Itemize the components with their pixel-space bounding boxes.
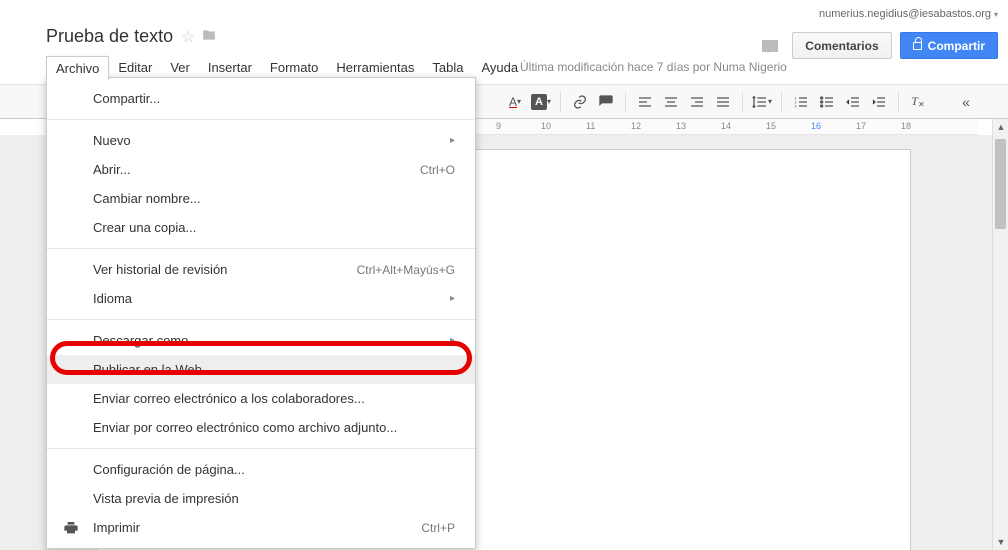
ruler-tick: 10 bbox=[541, 121, 551, 131]
indent-button[interactable] bbox=[867, 90, 891, 114]
menu-new[interactable]: Nuevo ▸ bbox=[47, 126, 475, 155]
align-right-button[interactable] bbox=[685, 90, 709, 114]
ruler-tick: 17 bbox=[856, 121, 866, 131]
line-spacing-button[interactable]: ▾ bbox=[750, 90, 774, 114]
shortcut-label: Ctrl+O bbox=[420, 163, 455, 177]
link-button[interactable] bbox=[568, 90, 592, 114]
ruler-tick: 13 bbox=[676, 121, 686, 131]
menu-open-label: Abrir... bbox=[93, 162, 131, 177]
menu-make-copy[interactable]: Crear una copia... bbox=[47, 213, 475, 242]
menu-ayuda[interactable]: Ayuda bbox=[472, 56, 527, 81]
scrollbar[interactable]: ▲ ▼ bbox=[992, 119, 1008, 550]
comment-button[interactable] bbox=[594, 90, 618, 114]
shortcut-label: Ctrl+Alt+Mayús+G bbox=[357, 263, 455, 277]
menu-share[interactable]: Compartir... bbox=[47, 84, 475, 113]
menu-language-label: Idioma bbox=[93, 291, 132, 306]
outdent-button[interactable] bbox=[841, 90, 865, 114]
toolbar-separator bbox=[560, 92, 561, 112]
ruler-tick: 11 bbox=[586, 121, 595, 131]
align-left-button[interactable] bbox=[633, 90, 657, 114]
file-menu-dropdown: Compartir... Nuevo ▸ Abrir... Ctrl+O Cam… bbox=[46, 77, 476, 549]
comments-icon[interactable] bbox=[762, 40, 778, 52]
star-icon[interactable]: ☆ bbox=[181, 27, 195, 47]
menu-download-as[interactable]: Descargar como ▸ bbox=[47, 326, 475, 355]
toolbar-separator bbox=[625, 92, 626, 112]
menu-separator bbox=[47, 448, 475, 449]
ruler-tick: 18 bbox=[901, 121, 911, 131]
svg-text:3: 3 bbox=[794, 103, 797, 108]
menu-print-preview[interactable]: Vista previa de impresión bbox=[47, 484, 475, 513]
folder-icon[interactable] bbox=[201, 28, 217, 46]
menu-language[interactable]: Idioma ▸ bbox=[47, 284, 475, 313]
toolbar-separator bbox=[898, 92, 899, 112]
share-button[interactable]: Compartir bbox=[900, 32, 998, 59]
toolbar-separator bbox=[781, 92, 782, 112]
align-justify-button[interactable] bbox=[711, 90, 735, 114]
ruler-tick: 15 bbox=[766, 121, 776, 131]
scroll-down-arrow[interactable]: ▼ bbox=[993, 534, 1008, 550]
print-icon bbox=[63, 520, 79, 536]
submenu-arrow-icon: ▸ bbox=[450, 335, 455, 346]
menu-new-label: Nuevo bbox=[93, 133, 131, 148]
comments-button[interactable]: Comentarios bbox=[792, 32, 891, 59]
menu-open[interactable]: Abrir... Ctrl+O bbox=[47, 155, 475, 184]
header-buttons: Comentarios Compartir bbox=[762, 32, 998, 59]
menu-revision-label: Ver historial de revisión bbox=[93, 262, 227, 277]
menu-separator bbox=[47, 248, 475, 249]
document-title[interactable]: Prueba de texto bbox=[46, 26, 173, 47]
submenu-arrow-icon: ▸ bbox=[450, 135, 455, 146]
menu-archivo[interactable]: Archivo bbox=[46, 56, 109, 81]
menu-download-label: Descargar como bbox=[93, 333, 188, 348]
expand-toolbar-button[interactable]: « bbox=[954, 90, 978, 114]
align-center-button[interactable] bbox=[659, 90, 683, 114]
toolbar-separator bbox=[742, 92, 743, 112]
clear-formatting-button[interactable]: T✕ bbox=[906, 90, 930, 114]
menu-publish-web[interactable]: Publicar en la Web... bbox=[47, 355, 475, 384]
text-color-button[interactable]: A▾ bbox=[503, 90, 527, 114]
share-label: Compartir bbox=[928, 39, 985, 53]
scroll-thumb[interactable] bbox=[995, 139, 1006, 229]
menu-page-setup[interactable]: Configuración de página... bbox=[47, 455, 475, 484]
menu-email-collaborators[interactable]: Enviar correo electrónico a los colabora… bbox=[47, 384, 475, 413]
menu-separator bbox=[47, 119, 475, 120]
numbered-list-button[interactable]: 123 bbox=[789, 90, 813, 114]
menu-separator bbox=[47, 319, 475, 320]
submenu-arrow-icon: ▸ bbox=[450, 293, 455, 304]
menu-print-label: Imprimir bbox=[93, 520, 140, 535]
highlight-button[interactable]: A▾ bbox=[529, 90, 553, 114]
account-email[interactable]: numerius.negidius@iesabastos.org bbox=[819, 8, 998, 20]
menu-revision-history[interactable]: Ver historial de revisión Ctrl+Alt+Mayús… bbox=[47, 255, 475, 284]
ruler-tick: 9 bbox=[496, 121, 501, 131]
lock-icon bbox=[913, 42, 922, 50]
menu-email-attachment[interactable]: Enviar por correo electrónico como archi… bbox=[47, 413, 475, 442]
ruler-tick: 16 bbox=[811, 121, 821, 131]
last-modified: Última modificación hace 7 días por Numa… bbox=[520, 60, 787, 74]
menu-rename[interactable]: Cambiar nombre... bbox=[47, 184, 475, 213]
bulleted-list-button[interactable] bbox=[815, 90, 839, 114]
scroll-up-arrow[interactable]: ▲ bbox=[993, 119, 1008, 135]
menu-print[interactable]: Imprimir Ctrl+P bbox=[47, 513, 475, 542]
ruler-tick: 12 bbox=[631, 121, 641, 131]
shortcut-label: Ctrl+P bbox=[421, 521, 455, 535]
ruler-tick: 14 bbox=[721, 121, 731, 131]
